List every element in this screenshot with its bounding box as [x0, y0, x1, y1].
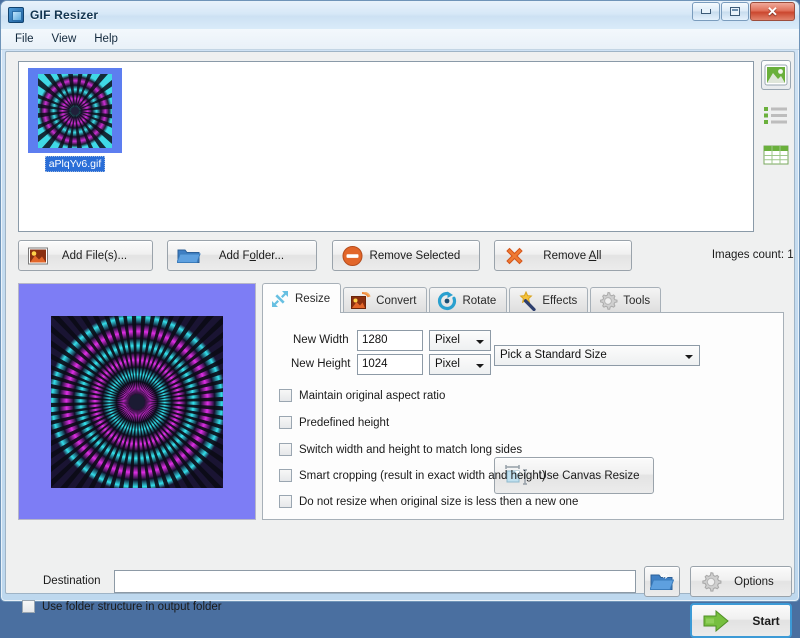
tab-rotate-label: Rotate: [462, 295, 496, 307]
menu-item-help[interactable]: Help: [86, 31, 126, 47]
add-folder-button[interactable]: Add Folder...: [167, 240, 317, 271]
settings-tabs: Resize Convert: [262, 283, 784, 520]
tab-convert-label: Convert: [376, 295, 416, 307]
remove-selected-label: Remove Selected: [352, 250, 461, 262]
images-count-label: Images count: 1: [712, 240, 794, 271]
destination-label: Destination: [43, 575, 101, 587]
tab-resize-label: Resize: [295, 293, 330, 305]
tab-effects[interactable]: Effects: [509, 287, 588, 314]
new-width-unit-select[interactable]: Pixel: [429, 330, 491, 351]
browse-folder-button[interactable]: [644, 566, 680, 597]
new-height-input[interactable]: 1024: [357, 354, 423, 375]
application-window: GIF Resizer ✕ File View Help: [0, 0, 800, 602]
checkbox-label: Maintain original aspect ratio: [299, 390, 445, 402]
window-controls: ✕: [691, 2, 795, 21]
new-width-input[interactable]: 1280: [357, 330, 423, 351]
remove-selected-button[interactable]: Remove Selected: [332, 240, 480, 271]
file-name-label[interactable]: aPlqYv6.gif: [45, 156, 106, 172]
maximize-button[interactable]: [721, 2, 749, 21]
destination-input[interactable]: [114, 570, 636, 593]
rotate-arrow-icon: [437, 291, 457, 311]
checkbox-label: Predefined height: [299, 417, 389, 429]
file-thumbnail[interactable]: [28, 68, 122, 153]
checkbox-label: Do not resize when original size is less…: [299, 496, 578, 508]
add-files-label: Add File(s)...: [44, 250, 127, 262]
options-button[interactable]: Options: [690, 566, 792, 597]
checkbox-predefined-height[interactable]: Predefined height: [279, 416, 389, 429]
gear-icon: [700, 571, 722, 593]
remove-all-label: Remove All: [525, 250, 601, 262]
title-bar: GIF Resizer ✕: [1, 1, 799, 29]
x-mark-icon: [504, 245, 525, 266]
remove-all-button[interactable]: Remove All: [494, 240, 632, 271]
checkbox-label: Switch width and height to match long si…: [299, 444, 522, 456]
checkbox-box[interactable]: [279, 495, 292, 508]
folder-icon: [177, 247, 201, 265]
view-mode-buttons: [756, 60, 796, 180]
new-height-label: New Height: [291, 358, 350, 370]
new-height-unit-select[interactable]: Pixel: [429, 354, 491, 375]
checkbox-label: Smart cropping (result in exact width an…: [299, 470, 546, 482]
close-icon: ✕: [767, 5, 778, 18]
add-folder-label: Add Folder...: [201, 250, 284, 262]
image-preview[interactable]: [18, 283, 256, 520]
minimize-button[interactable]: [692, 2, 720, 21]
start-label: Start: [730, 614, 779, 628]
tab-tools-label: Tools: [623, 295, 650, 307]
client-area: aPlqYv6.gif: [5, 51, 795, 594]
tab-tools[interactable]: Tools: [590, 287, 661, 314]
standard-size-select[interactable]: Pick a Standard Size: [494, 345, 700, 366]
resize-tab-panel: New Width 1280 Pixel New Height 1024 Pix…: [262, 312, 784, 520]
checkbox-do-not-resize[interactable]: Do not resize when original size is less…: [279, 495, 578, 508]
gear-icon: [598, 291, 618, 311]
menu-item-file[interactable]: File: [7, 31, 42, 47]
checkbox-box[interactable]: [279, 389, 292, 402]
checkbox-box[interactable]: [279, 443, 292, 456]
list-item[interactable]: aPlqYv6.gif: [28, 68, 122, 172]
checkbox-switch-width-height[interactable]: Switch width and height to match long si…: [279, 443, 522, 456]
tab-effects-label: Effects: [542, 295, 577, 307]
convert-image-icon: [351, 292, 371, 310]
file-actions-toolbar: Add File(s)... Add Folder...: [18, 240, 794, 271]
start-arrow-icon: [702, 610, 730, 632]
tab-convert[interactable]: Convert: [343, 287, 427, 314]
start-button[interactable]: Start: [690, 603, 792, 638]
checkbox-maintain-aspect-ratio[interactable]: Maintain original aspect ratio: [279, 389, 445, 402]
add-files-button[interactable]: Add File(s)...: [18, 240, 153, 271]
checkbox-box[interactable]: [279, 416, 292, 429]
app-icon: [8, 7, 24, 23]
window-title: GIF Resizer: [30, 8, 98, 22]
kaleidoscope-thumb-image: [38, 74, 112, 148]
list-view-icon[interactable]: [761, 100, 791, 130]
menu-bar: File View Help: [1, 29, 799, 50]
open-folder-icon: [650, 572, 674, 592]
file-list[interactable]: aPlqYv6.gif: [18, 61, 754, 232]
tab-rotate[interactable]: Rotate: [429, 287, 507, 314]
maximize-icon: [730, 7, 740, 16]
menu-item-view[interactable]: View: [44, 31, 85, 47]
close-button[interactable]: ✕: [750, 2, 795, 21]
checkbox-box[interactable]: [279, 469, 292, 482]
resize-arrows-icon: [270, 289, 290, 309]
kaleidoscope-preview-image: [51, 316, 223, 488]
new-width-label: New Width: [293, 334, 349, 346]
details-view-icon[interactable]: [761, 140, 791, 170]
tab-resize[interactable]: Resize: [262, 283, 341, 313]
checkbox-smart-cropping[interactable]: Smart cropping (result in exact width an…: [279, 469, 546, 482]
tab-strip: Resize Convert: [262, 283, 784, 313]
checkbox-label: Use folder structure in output folder: [42, 601, 222, 613]
thumbnail-view-icon[interactable]: [761, 60, 791, 90]
magic-wand-icon: [517, 291, 537, 311]
no-entry-icon: [342, 245, 363, 266]
minimize-icon: [701, 9, 711, 14]
picture-icon: [28, 247, 48, 264]
